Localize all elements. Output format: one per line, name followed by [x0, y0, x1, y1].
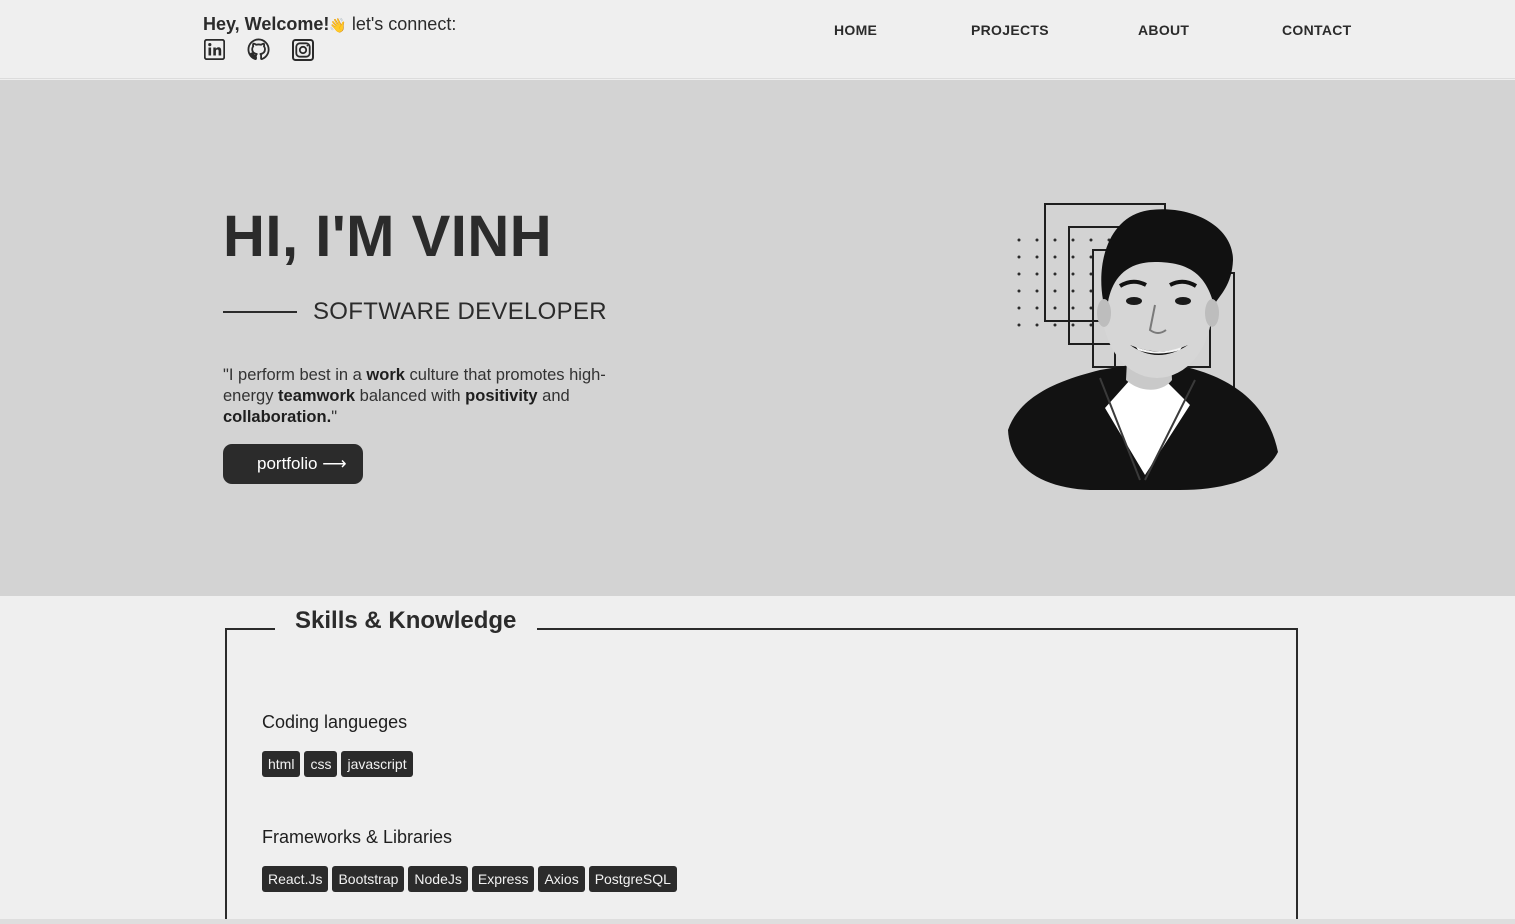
- nav-home[interactable]: HOME: [834, 22, 877, 38]
- quote-bold: collaboration.: [223, 408, 332, 426]
- frameworks-tags: React.Js Bootstrap NodeJs Express Axios …: [262, 866, 677, 892]
- subtitle-divider: [223, 311, 297, 313]
- hero-quote: "I perform best in a work culture that p…: [223, 365, 643, 428]
- skill-tag: NodeJs: [408, 866, 468, 892]
- quote-text: and: [537, 387, 570, 405]
- skill-tag: React.Js: [262, 866, 329, 892]
- nav-about[interactable]: ABOUT: [1138, 22, 1189, 38]
- nav-projects[interactable]: PROJECTS: [971, 22, 1049, 38]
- skill-tag: css: [304, 751, 338, 777]
- skills-title: Skills & Knowledge: [295, 607, 517, 634]
- quote-bold: positivity: [465, 387, 538, 405]
- bottom-edge: [0, 919, 1515, 924]
- skill-tag: html: [262, 751, 301, 777]
- profile-portrait: [1008, 203, 1278, 490]
- nav-contact[interactable]: CONTACT: [1282, 22, 1352, 38]
- hero-title: HI, I'M VINH: [223, 204, 553, 269]
- skill-tag: PostgreSQL: [588, 866, 677, 892]
- hero-subtitle: SOFTWARE DEVELOPER: [313, 298, 607, 325]
- quote-text: balanced with: [355, 387, 466, 405]
- skill-tag: Axios: [538, 866, 585, 892]
- site-header: Hey, Welcome!👋 let's connect: HOME PROJE…: [0, 0, 1515, 79]
- quote-text: ": [331, 408, 338, 426]
- quote-bold: work: [366, 366, 405, 384]
- frameworks-title: Frameworks & Libraries: [262, 827, 453, 847]
- portfolio-button[interactable]: portfolio ⟶: [223, 444, 363, 484]
- skill-tag: javascript: [341, 751, 413, 777]
- coding-languages-tags: html css javascript: [262, 751, 413, 777]
- quote-bold: teamwork: [278, 387, 356, 405]
- quote-text: "I perform best in a: [223, 366, 367, 384]
- skill-tag: Express: [471, 866, 535, 892]
- dot-grid-decoration: [1017, 238, 1111, 327]
- hero-section: HI, I'M VINH SOFTWARE DEVELOPER "I perfo…: [0, 80, 1515, 596]
- main-nav: HOME PROJECTS ABOUT CONTACT: [0, 22, 1515, 42]
- coding-languages-title: Coding langueges: [262, 712, 408, 732]
- skill-tag: Bootstrap: [332, 866, 405, 892]
